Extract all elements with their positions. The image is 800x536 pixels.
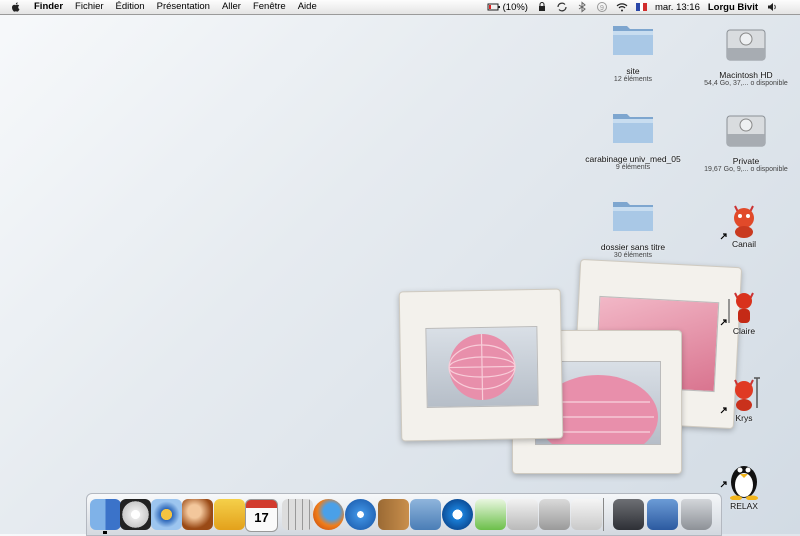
photo-slide-1 [398,288,564,442]
devil-icon [734,205,754,238]
applications-folder-icon[interactable] [613,499,644,530]
hard-drive-icon [726,115,766,147]
desktop-disk-private[interactable]: Private 19,67 Go, 9,... o disponible [690,110,800,174]
folder-name: site [626,66,640,76]
alias-arrow-icon [720,319,727,326]
disk-info: 54,4 Go, 37,... o disponible [704,80,788,87]
clock[interactable]: mar. 13:16 [655,2,700,13]
ical-icon[interactable]: 17 [245,499,278,532]
desktop-alias-krys[interactable]: Krys [706,372,782,423]
alias-name: Canail [731,239,757,249]
devil-icon [728,292,754,323]
battery-status[interactable]: (10%) [487,2,528,13]
apple-icon[interactable] [571,499,602,530]
alias-name: Krys [735,413,753,423]
alias-arrow-icon [720,233,727,240]
address-book-icon[interactable] [378,499,409,530]
desktop-disk-macintosh-hd[interactable]: Macintosh HD 54,4 Go, 37,... o disponibl… [690,24,800,88]
menu-bar: Finder Fichier Édition Présentation Alle… [0,0,800,15]
sync-time-icon[interactable]: 9 [596,1,608,13]
menu-aide[interactable]: Aide [292,0,323,14]
hard-drive-icon [726,29,766,61]
quicktime-icon[interactable] [442,499,473,530]
disk-name: Macintosh HD [719,70,773,80]
input-flag-icon[interactable] [635,3,647,11]
preview-icon[interactable] [507,499,538,530]
dock: 17 [86,493,722,536]
safari-icon[interactable] [345,499,376,530]
calculator-icon[interactable] [282,499,313,530]
firefox-icon[interactable] [313,499,344,530]
folder-icon [613,26,653,55]
alias-arrow-icon [720,481,727,488]
system-prefs-icon[interactable] [539,499,570,530]
bluetooth-icon[interactable] [576,1,588,13]
battery-icon [487,3,500,11]
ical-day: 17 [254,510,269,525]
user-menu[interactable]: Lorgu Bivit [708,2,758,13]
battery-percent: (10%) [502,1,528,13]
lantern-photo [425,326,539,408]
documents-icon[interactable] [647,499,678,530]
desktop-folder-site[interactable]: site 12 éléments [578,20,688,84]
desktop-folder-carabinage[interactable]: carabinage univ_med_05 9 éléments [578,108,688,172]
itunes-icon[interactable] [475,499,506,530]
alias-name: Claire [732,326,756,336]
tux-penguin-icon [730,466,758,500]
dashboard-icon[interactable] [120,499,151,530]
menu-edition[interactable]: Édition [110,0,151,14]
folder-count: 12 éléments [613,76,653,83]
desktop-alias-claire[interactable]: Claire [706,285,782,336]
wifi-icon[interactable] [616,1,628,13]
mail-icon[interactable] [410,499,441,530]
lock-icon[interactable] [536,1,548,13]
disk-info: 19,67 Go, 9,... o disponible [704,166,788,173]
photo-icon[interactable] [182,499,213,530]
devil-icon [734,377,760,411]
folder-icon [613,202,653,231]
finder-icon[interactable] [90,499,121,530]
folder-name: dossier sans titre [600,242,666,252]
folder-name: carabinage univ_med_05 [585,154,681,164]
folder-count: 9 éléments [615,164,651,171]
menu-fenetre[interactable]: Fenêtre [247,0,292,14]
itunes-eye-icon[interactable] [151,499,182,530]
svg-text:9: 9 [600,5,604,12]
euro-calculator-icon[interactable] [214,499,245,530]
volume-icon[interactable] [766,1,778,13]
menu-aller[interactable]: Aller [216,0,247,14]
sync-icon[interactable] [556,1,568,13]
folder-icon [613,114,653,143]
apple-menu-icon[interactable] [10,1,22,13]
menu-finder[interactable]: Finder [28,0,69,14]
dock-separator [603,498,604,531]
desktop-alias-canail[interactable]: Canail [706,198,782,249]
disk-name: Private [732,156,760,166]
trash-icon[interactable] [681,499,712,530]
status-area: (10%) 9 mar. 13:16 Lorgu Bivit [487,0,800,14]
menu-presentation[interactable]: Présentation [151,0,216,14]
desktop-folder-sans-titre[interactable]: dossier sans titre 30 éléments [578,196,688,260]
alias-arrow-icon [720,407,727,414]
menu-fichier[interactable]: Fichier [69,0,110,14]
